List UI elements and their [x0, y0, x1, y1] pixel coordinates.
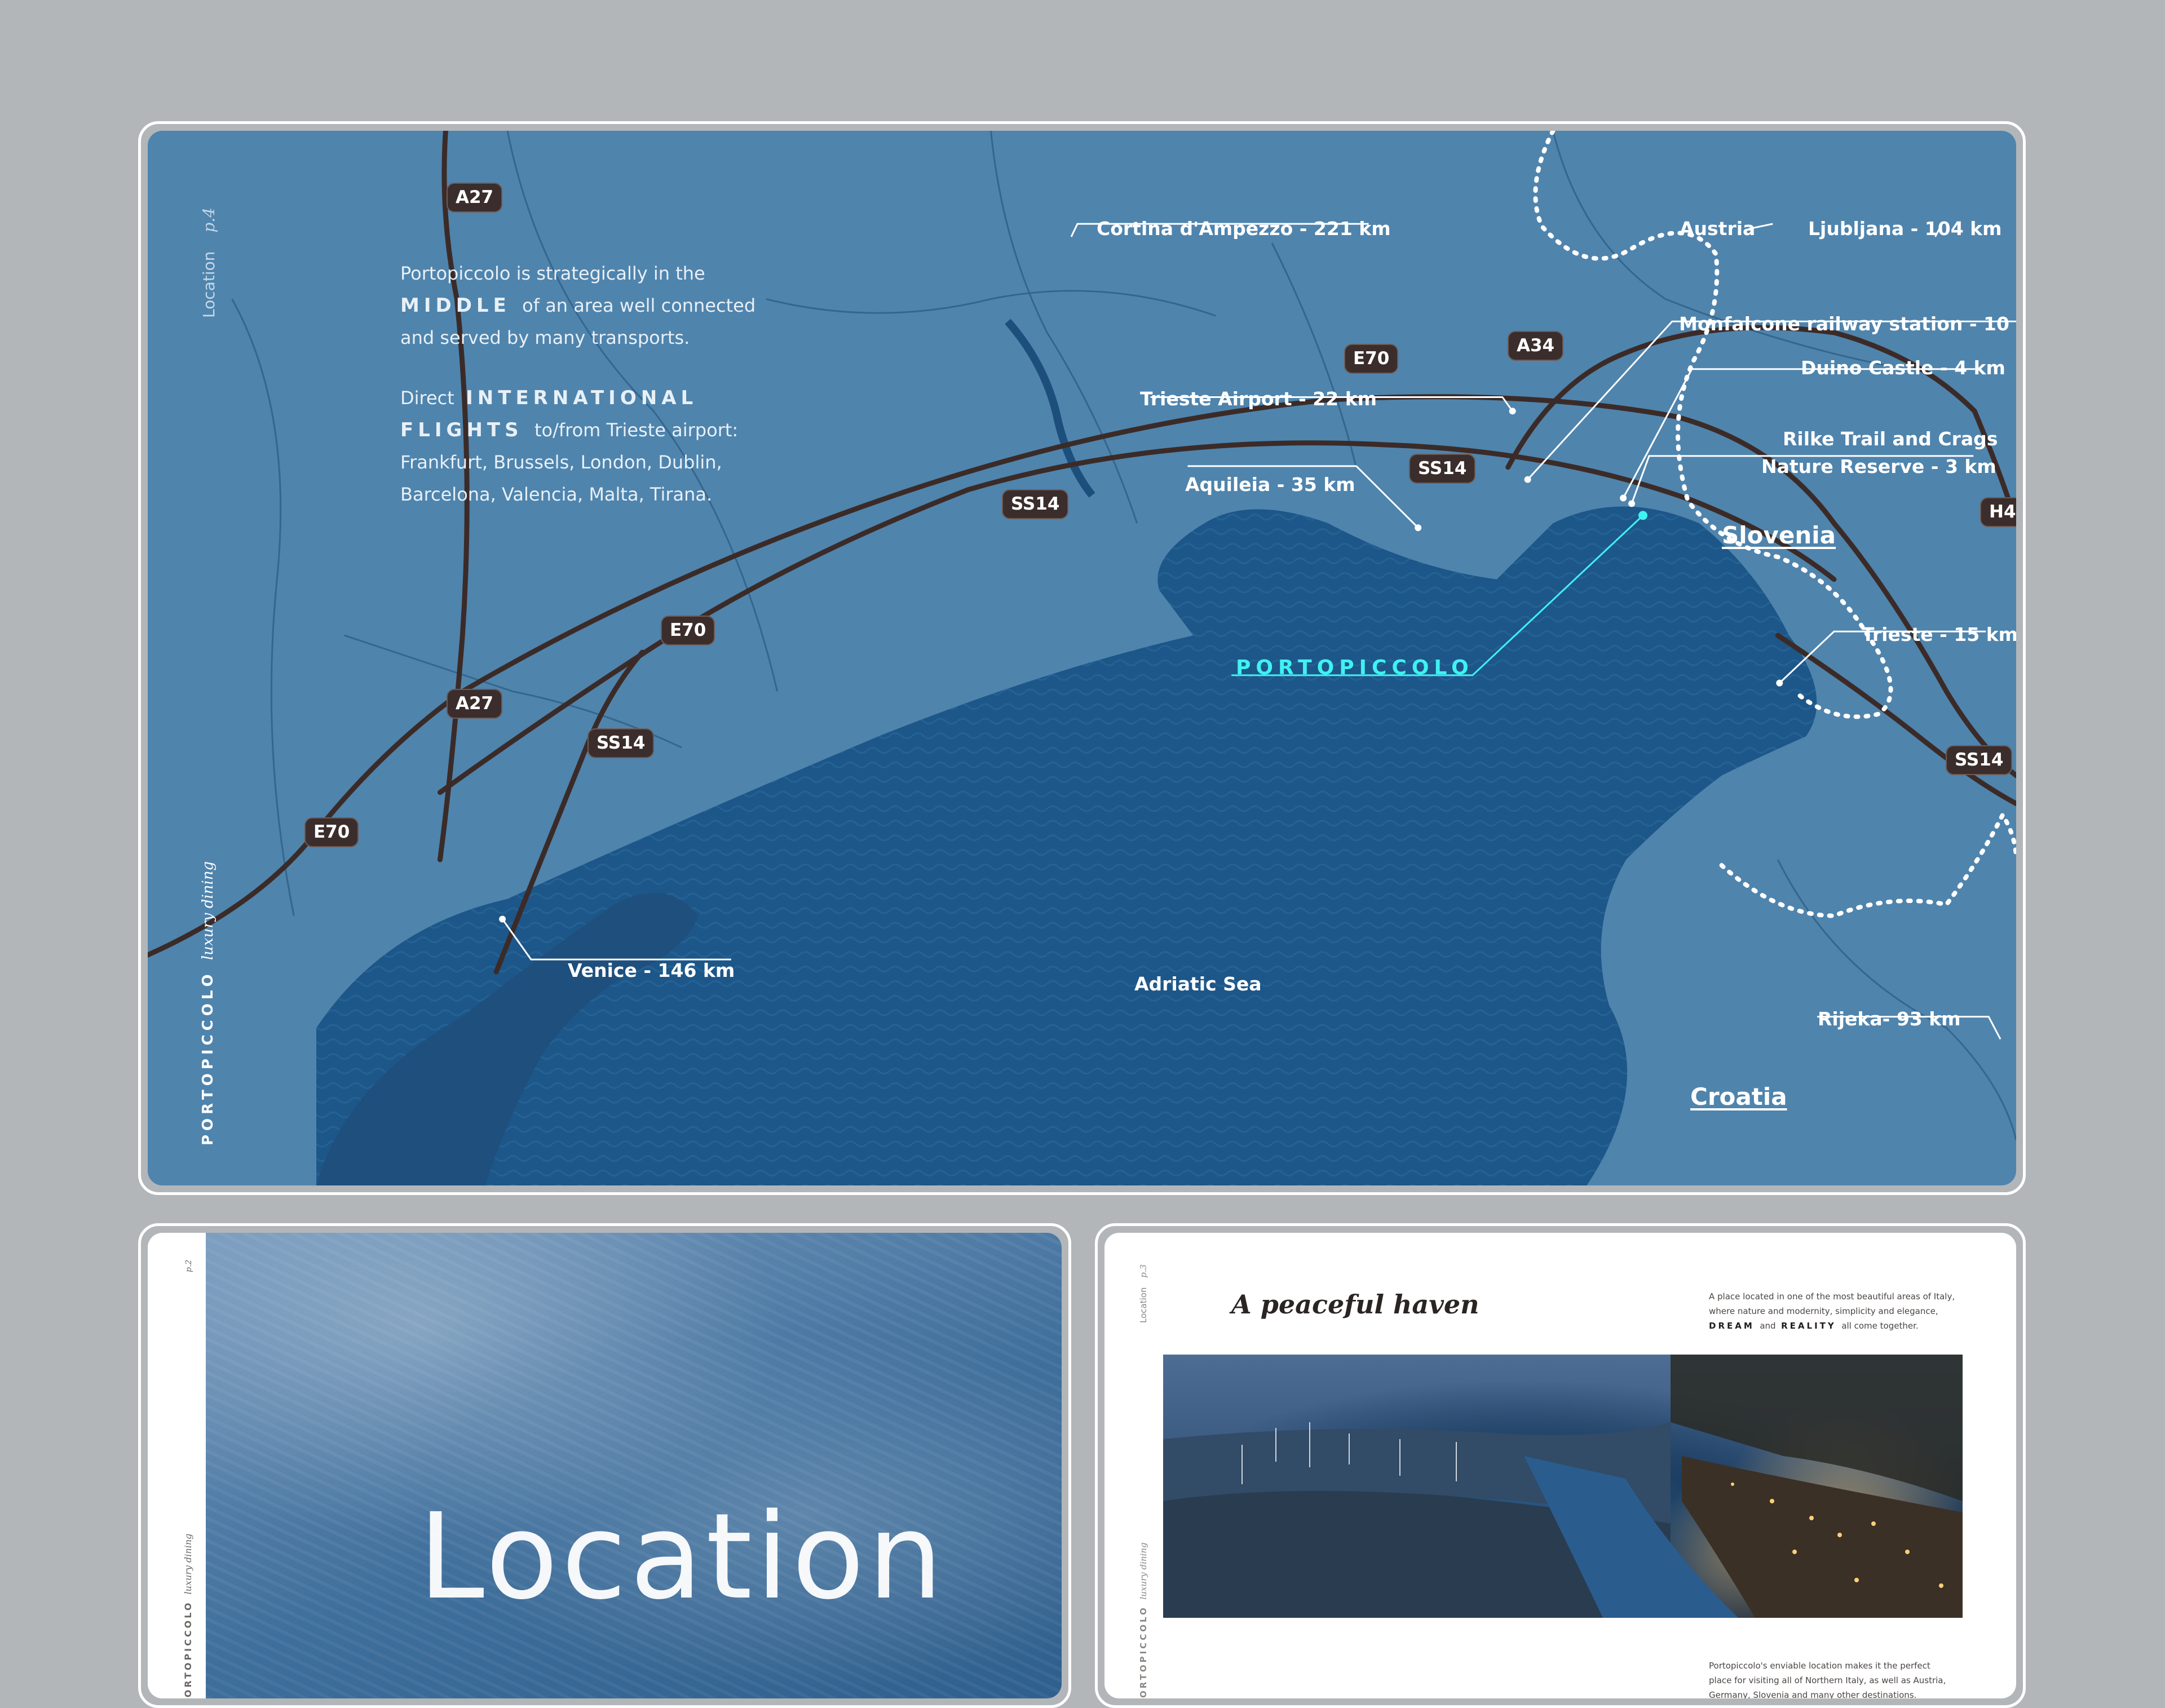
label-trieste-airport: Trieste Airport - 22 km	[1140, 388, 1377, 410]
road-shield-e70: E70	[661, 616, 715, 645]
label-venice: Venice - 146 km	[568, 959, 735, 981]
label-duino: Duino Castle - 4 km	[1801, 357, 2005, 379]
road-shield-ss14: SS14	[1946, 745, 2013, 775]
road-shield-ss14: SS14	[587, 728, 655, 758]
road-shield-a34: A34	[1508, 331, 1564, 361]
label-ljubljana: Ljubljana - 104 km	[1808, 218, 2002, 240]
marina-photo	[1163, 1355, 1963, 1618]
haven-section-label: Location p.3	[1138, 1264, 1148, 1323]
map-brand-label: PORTOPICCOLO luxury dining	[200, 861, 216, 1145]
road-shield-h4: H4	[1980, 497, 2016, 527]
haven-page: Location p.3 PORTOPICCOLO luxury dining …	[1104, 1233, 2016, 1698]
location-title: Location	[418, 1488, 947, 1626]
intro-text: Portopiccolo is strategically in the MID…	[400, 263, 756, 505]
haven-body-text: Portopiccolo's enviable location makes i…	[1709, 1661, 1946, 1698]
label-austria: Austria	[1680, 218, 1756, 240]
sea-photo	[206, 1233, 1062, 1698]
location-page-card[interactable]: p.2 PORTOPICCOLO luxury dining Location	[138, 1223, 1071, 1708]
map-section-label: Location p.4	[200, 207, 218, 318]
marina-illustration	[1163, 1355, 1963, 1618]
label-slovenia: Slovenia	[1722, 521, 1836, 549]
label-rijeka: Rijeka- 93 km	[1818, 1008, 1961, 1030]
label-adriatic-sea: Adriatic Sea	[1134, 973, 1262, 995]
haven-title: A peaceful haven	[1231, 1289, 1479, 1320]
location-page-number: p.2	[184, 1259, 193, 1272]
road-shield-ss14: SS14	[1409, 454, 1476, 484]
map-page: Location p.4 PORTOPICCOLO luxury dining …	[148, 131, 2016, 1185]
label-aquileia: Aquileia - 35 km	[1185, 474, 1355, 495]
label-cortina: Cortina d'Ampezzo - 221 km	[1097, 218, 1391, 240]
label-rilke-1: Rilke Trail and Crags	[1783, 428, 1998, 450]
portopiccolo-label: PORTOPICCOLO	[1236, 656, 1474, 679]
label-croatia: Croatia	[1690, 1083, 1787, 1110]
haven-intro-text: A place located in one of the most beaut…	[1709, 1291, 1955, 1331]
road-shield-e70: E70	[1344, 344, 1399, 374]
road-shield-e70: E70	[304, 817, 359, 847]
haven-page-card[interactable]: Location p.3 PORTOPICCOLO luxury dining …	[1095, 1223, 2026, 1708]
label-trieste: Trieste - 15 km	[1862, 623, 2016, 645]
location-brand-label: PORTOPICCOLO luxury dining	[183, 1533, 193, 1698]
road-shield-ss14: SS14	[1002, 489, 1069, 519]
label-rilke-2: Nature Reserve - 3 km	[1761, 455, 1996, 477]
location-page: p.2 PORTOPICCOLO luxury dining Location	[148, 1233, 1062, 1698]
road-shield-a27: A27	[447, 689, 503, 719]
label-monfalcone: Monfalcone railway station - 10 km	[1679, 313, 2016, 335]
haven-brand-label: PORTOPICCOLO luxury dining	[1138, 1542, 1148, 1698]
map-page-card[interactable]: Location p.4 PORTOPICCOLO luxury dining …	[138, 121, 2026, 1195]
road-shield-a27: A27	[447, 183, 503, 213]
